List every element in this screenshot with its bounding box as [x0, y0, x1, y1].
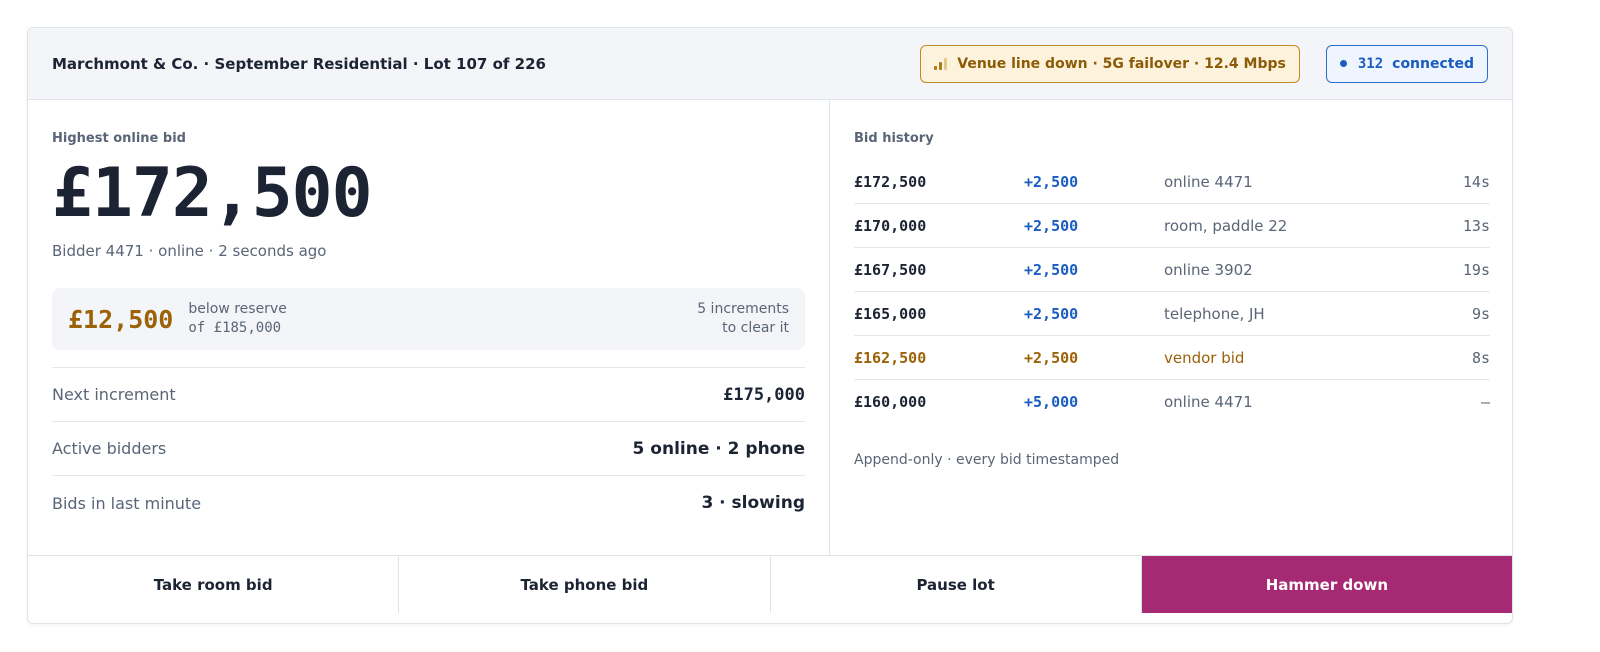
stat-value: 3 · slowing: [701, 493, 805, 513]
increments-count: 5 increments: [697, 301, 789, 317]
highest-bid-label: Highest online bid: [52, 131, 186, 146]
bid-amount: £165,000: [854, 304, 927, 323]
network-status-badge: Venue line down · 5G failover · 12.4 Mbp…: [920, 44, 1300, 83]
connected-badge: 312 connected: [1325, 44, 1488, 83]
current-bid-pane: Highest online bid £172,500 Bidder 4471 …: [28, 100, 830, 555]
stat-row: Bids in last minute 3 · slowing: [52, 476, 805, 530]
reserve-shortfall: £12,500: [68, 304, 174, 334]
stat-row: Active bidders 5 online · 2 phone: [52, 422, 805, 476]
bid-increment: +2,500: [1024, 172, 1079, 191]
bid-source: online 4471: [1164, 393, 1253, 411]
bid-history-row: £165,000 +2,500 telephone, JH 9s: [854, 292, 1490, 336]
bid-increment: +2,500: [1024, 304, 1079, 323]
bid-increment: +2,500: [1024, 216, 1079, 235]
connected-count: 312: [1357, 55, 1384, 72]
bid-increment: +2,500: [1024, 260, 1079, 279]
bid-source: online 3902: [1164, 260, 1253, 279]
bid-history-label: Bid history: [854, 131, 934, 146]
stat-row: Next increment £175,000: [52, 368, 805, 422]
bid-history-row: £170,000 +2,500 room, paddle 22 13s: [854, 204, 1490, 248]
bid-time: —: [1480, 393, 1490, 411]
bid-amount: £160,000: [854, 393, 927, 411]
lot-title: Marchmont & Co. · September Residential …: [52, 54, 546, 73]
lot-stats: Next increment £175,000 Active bidders 5…: [52, 367, 805, 530]
reserve-below-label: below reserve: [188, 301, 287, 317]
bid-history-row: £167,500 +2,500 online 3902 19s: [854, 248, 1490, 292]
connected-label: connected: [1392, 55, 1474, 72]
bid-history-list: £172,500 +2,500 online 4471 14s £170,000…: [854, 160, 1490, 424]
bid-time: 13s: [1462, 216, 1490, 235]
signal-bars-icon: [934, 57, 948, 70]
bid-time: 8s: [1471, 348, 1490, 367]
bid-increment: +2,500: [1024, 348, 1079, 367]
bid-amount: £167,500: [854, 260, 927, 279]
stat-label: Next increment: [52, 385, 176, 404]
bid-time: 14s: [1462, 172, 1490, 191]
increments-suffix: to clear it: [722, 320, 789, 336]
bid-source: vendor bid: [1164, 348, 1245, 367]
reserve-status: £12,500 below reserve of £185,000 5 incr…: [52, 288, 805, 350]
bid-history-row: £160,000 +5,000 online 4471 —: [854, 380, 1490, 424]
action-bar: Take room bid Take phone bid Pause lot H…: [28, 555, 1512, 613]
reserve-amount-label: of £185,000: [188, 320, 282, 336]
history-footnote: Append-only · every bid timestamped: [854, 452, 1120, 468]
pause-lot-button[interactable]: Pause lot: [770, 556, 1142, 613]
status-dot-icon: [1339, 60, 1347, 67]
increments-to-clear: 5 increments to clear it: [697, 300, 789, 338]
bid-amount: £172,500: [854, 172, 927, 191]
bid-time: 19s: [1462, 260, 1490, 279]
bid-increment: +5,000: [1024, 393, 1079, 411]
stat-value: 5 online · 2 phone: [632, 438, 805, 459]
network-status-text: Venue line down · 5G failover · 12.4 Mbp…: [957, 55, 1286, 72]
auction-panel: Marchmont & Co. · September Residential …: [27, 27, 1513, 624]
bid-source: online 4471: [1164, 172, 1253, 191]
reserve-description: below reserve of £185,000: [188, 300, 697, 338]
highest-bid-amount: £172,500: [52, 154, 373, 233]
hammer-down-button[interactable]: Hammer down: [1141, 556, 1512, 613]
bid-history-pane: Bid history £172,500 +2,500 online 4471 …: [830, 100, 1512, 555]
stat-value: £175,000: [723, 384, 805, 405]
bid-source: telephone, JH: [1164, 304, 1265, 323]
bid-time: 9s: [1471, 304, 1490, 323]
bid-amount: £162,500: [854, 348, 927, 367]
bid-history-row: £172,500 +2,500 online 4471 14s: [854, 160, 1490, 204]
bid-history-row-vendor: £162,500 +2,500 vendor bid 8s: [854, 336, 1490, 380]
bid-amount: £170,000: [854, 216, 927, 235]
bid-source: room, paddle 22: [1164, 216, 1288, 235]
stat-label: Active bidders: [52, 439, 167, 458]
lot-header: Marchmont & Co. · September Residential …: [28, 28, 1512, 100]
bidder-info: Bidder 4471 · online · 2 seconds ago: [52, 242, 327, 260]
take-room-bid-button[interactable]: Take room bid: [28, 556, 400, 613]
stat-label: Bids in last minute: [52, 493, 202, 513]
take-phone-bid-button[interactable]: Take phone bid: [399, 556, 771, 613]
